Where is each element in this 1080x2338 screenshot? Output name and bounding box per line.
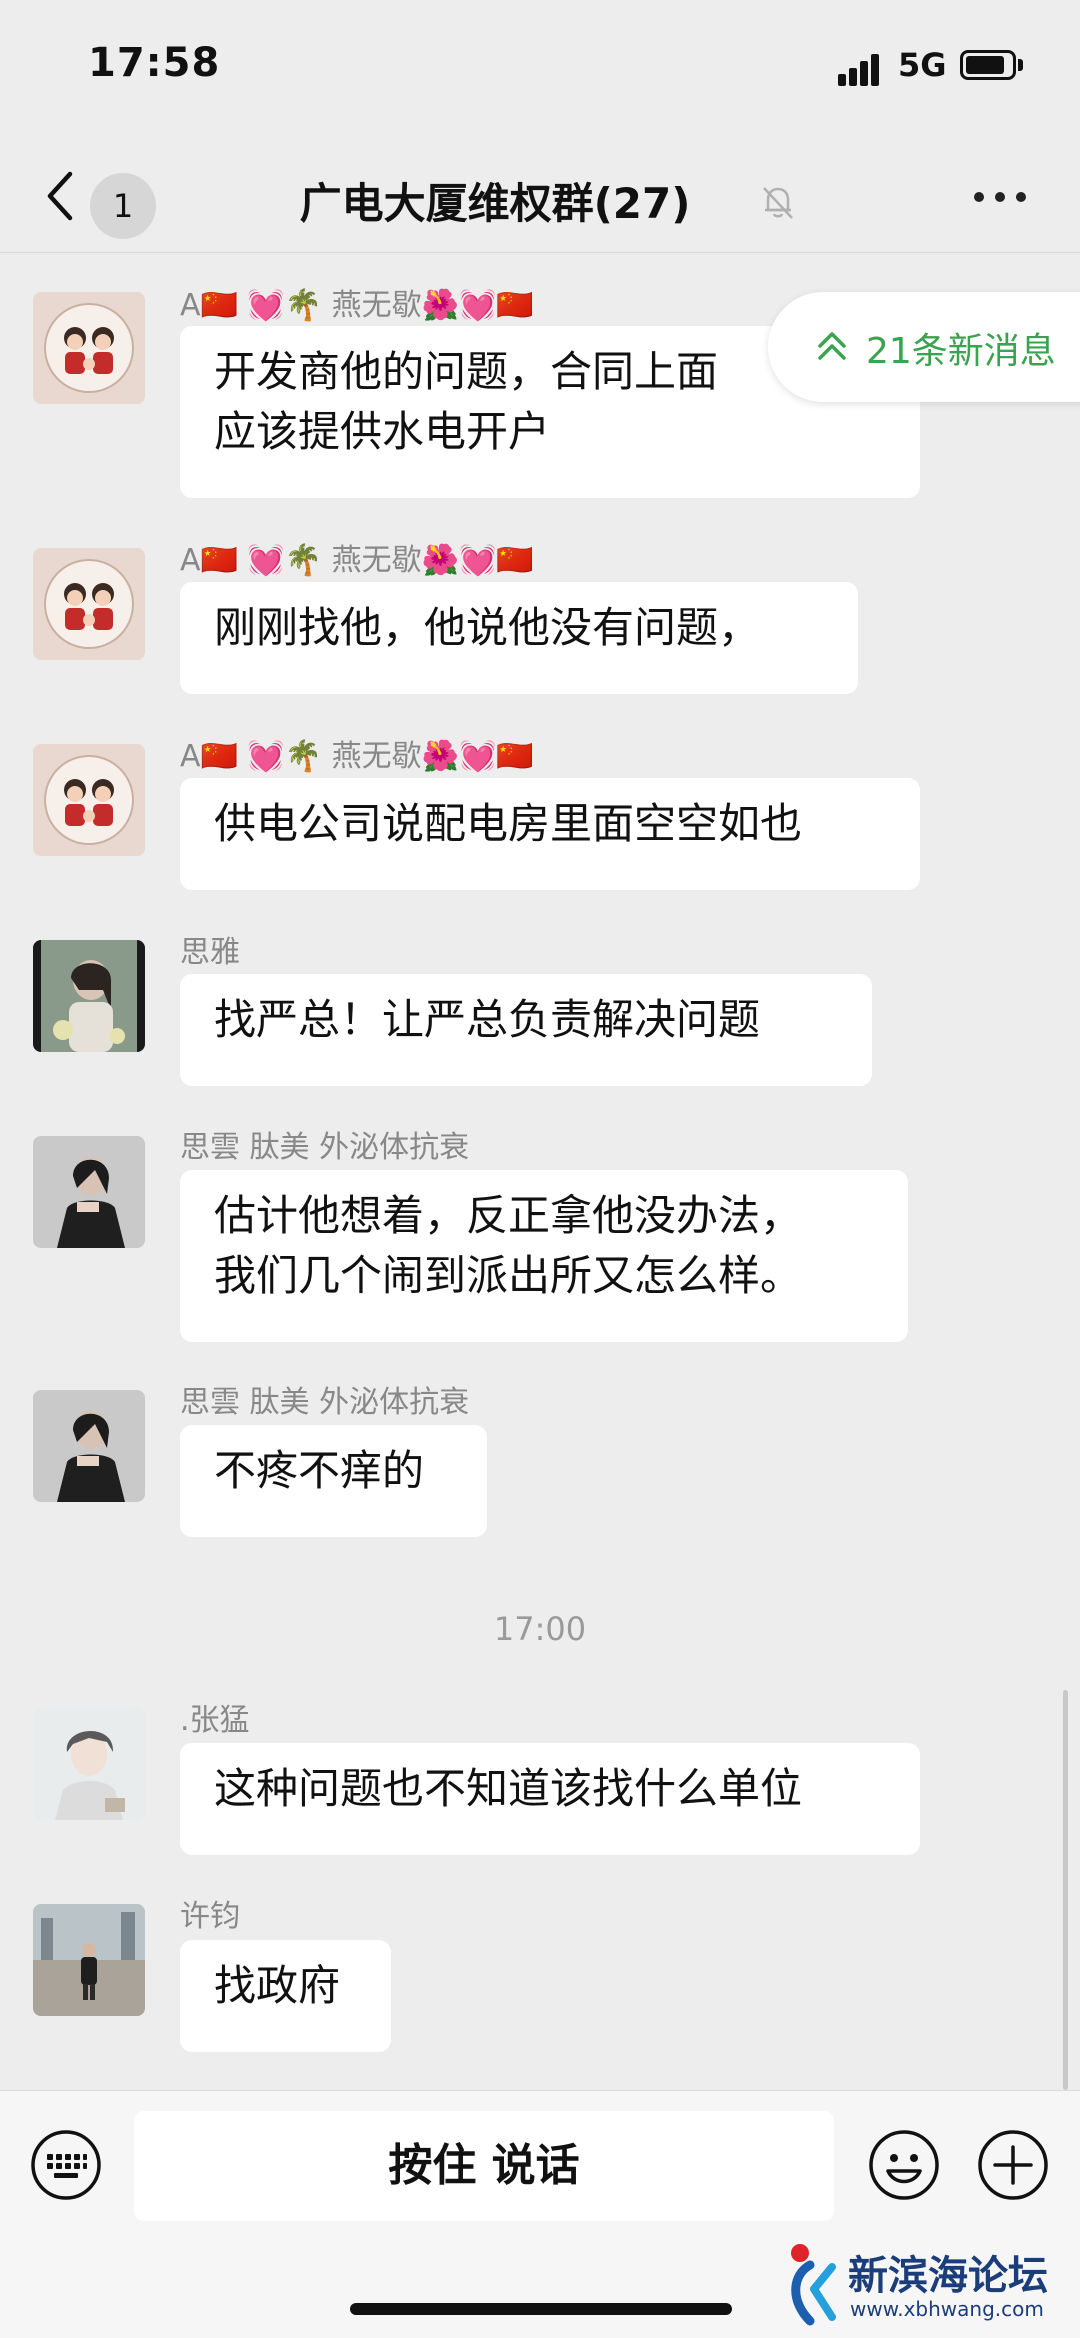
chat-header: 1 广电大厦维权群(27) [0, 140, 1080, 253]
message-bubble[interactable]: 找政府 [180, 1940, 391, 2052]
sender-name: A🇨🇳 💓🌴 燕无歇🌺💓🇨🇳 [180, 543, 534, 578]
network-type: 5G [898, 46, 947, 84]
new-messages-button[interactable]: 21条新消息 [768, 292, 1080, 402]
message-text: 找严总！让严总负责解决问题 [214, 995, 761, 1044]
keyboard-icon[interactable] [30, 2129, 102, 2201]
double-chevron-up-icon [818, 332, 846, 360]
battery-cap [1018, 59, 1023, 71]
avatar[interactable] [33, 1136, 145, 1248]
message-text: 找政府 [214, 1961, 341, 2010]
sender-name: .张猛 [180, 1703, 250, 1738]
battery-icon [960, 50, 1016, 80]
message-bubble[interactable]: 供电公司说配电房里面空空如也 [180, 778, 920, 890]
sender-name: 许钧 [180, 1899, 240, 1934]
sender-name: A🇨🇳 💓🌴 燕无歇🌺💓🇨🇳 [180, 739, 534, 774]
more-options-icon[interactable] [970, 184, 1030, 204]
time-divider: 17:00 [493, 1610, 587, 1648]
avatar[interactable] [33, 1904, 145, 2016]
message-bubble[interactable]: 刚刚找他，他说他没有问题， [180, 582, 858, 694]
sender-name: 思雲 肽美 外泌体抗衰 [180, 1130, 470, 1165]
message-bubble[interactable]: 找严总！让严总负责解决问题 [180, 974, 872, 1086]
message-text: 我们几个闹到派出所又怎么样。 [214, 1251, 803, 1300]
unread-count-badge[interactable]: 1 [90, 173, 156, 239]
sender-name: 思雅 [180, 935, 240, 970]
avatar[interactable] [33, 940, 145, 1052]
emoji-icon[interactable] [868, 2129, 940, 2201]
avatar[interactable] [33, 292, 145, 404]
avatar[interactable] [33, 1708, 145, 1820]
signal-icon [838, 50, 890, 86]
mute-bell-icon [763, 187, 793, 219]
status-time: 17:58 [88, 40, 221, 86]
message-text: 估计他想着，反正拿他没办法， [214, 1191, 803, 1240]
watermark: 新滨海论坛 www.xbhwang.com [780, 2235, 1080, 2335]
avatar[interactable] [33, 548, 145, 660]
hold-to-talk-button[interactable]: 按住 说话 [134, 2111, 834, 2221]
scrollbar[interactable] [1063, 1690, 1068, 2090]
message-bubble[interactable]: 估计他想着，反正拿他没办法， 我们几个闹到派出所又怎么样。 [180, 1170, 908, 1342]
forum-logo-icon [791, 2244, 836, 2326]
watermark-title: 新滨海论坛 [848, 2253, 1048, 2299]
message-text: 不疼不痒的 [214, 1446, 425, 1495]
home-indicator [350, 2303, 732, 2315]
message-text: 这种问题也不知道该找什么单位 [214, 1764, 803, 1813]
plus-icon[interactable] [977, 2129, 1049, 2201]
message-text: 刚刚找他，他说他没有问题， [214, 603, 761, 652]
back-chevron-icon[interactable] [44, 166, 76, 226]
sender-name: A🇨🇳 💓🌴 燕无歇🌺💓🇨🇳 [180, 288, 534, 323]
message-bubble[interactable]: 不疼不痒的 [180, 1425, 487, 1537]
new-messages-label: 21条新消息 [866, 331, 1056, 372]
avatar[interactable] [33, 744, 145, 856]
message-bubble[interactable]: 这种问题也不知道该找什么单位 [180, 1743, 920, 1855]
status-bar: 17:58 5G [0, 0, 1080, 140]
watermark-url: www.xbhwang.com [850, 2297, 1044, 2321]
avatar[interactable] [33, 1390, 145, 1502]
sender-name: 思雲 肽美 外泌体抗衰 [180, 1385, 470, 1420]
message-text: 供电公司说配电房里面空空如也 [214, 799, 803, 848]
chat-title[interactable]: 广电大厦维权群(27) [200, 170, 790, 231]
message-text: 应该提供水电开户 [214, 407, 551, 456]
